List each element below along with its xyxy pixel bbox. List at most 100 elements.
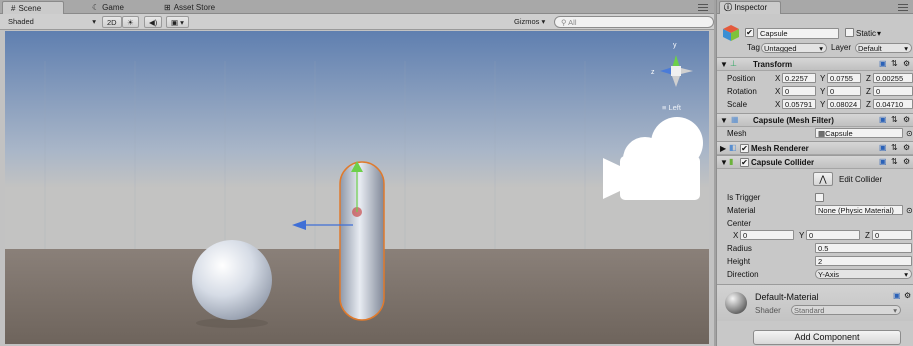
inspector-panel: ⓘ Inspector ✔ Capsule Static ▾ Tag Untag… — [716, 0, 913, 346]
radius-label: Radius — [727, 244, 752, 253]
add-component-button[interactable]: Add Component — [753, 330, 901, 345]
mesh-renderer-header[interactable]: ▶ ◧ ✔ Mesh Renderer ▣ ⇅ ⚙ — [717, 141, 913, 155]
physic-material-field[interactable]: None (Physic Material) — [815, 205, 903, 215]
toggle-2d-label: 2D — [107, 18, 117, 27]
preset-icon[interactable]: ⇅ — [891, 115, 898, 124]
scale-z-field[interactable]: 0.04710 — [873, 99, 913, 109]
gizmos-dropdown[interactable]: Gizmos ▾ — [514, 16, 545, 28]
tab-inspector[interactable]: ⓘ Inspector — [719, 1, 781, 14]
pane-menu-icon[interactable] — [698, 3, 708, 11]
object-picker-icon[interactable]: ⊙ — [906, 129, 913, 138]
gear-icon[interactable]: ⚙ — [903, 115, 910, 124]
position-y-axis[interactable]: Y — [820, 74, 825, 83]
search-icon: ⚲ — [561, 18, 567, 27]
position-x-field[interactable]: 0.2257 — [782, 73, 816, 83]
scale-x-field[interactable]: 0.05791 — [782, 99, 816, 109]
help-book-icon[interactable]: ▣ — [879, 157, 887, 166]
object-name-field[interactable]: Capsule — [757, 28, 839, 39]
speaker-icon: ◀) — [149, 18, 158, 27]
center-x-field[interactable]: 0 — [740, 230, 794, 240]
add-component-label: Add Component — [794, 332, 860, 342]
center-z-axis[interactable]: Z — [865, 231, 870, 240]
scale-y-axis[interactable]: Y — [820, 100, 825, 109]
object-picker-icon[interactable]: ⊙ — [906, 206, 913, 215]
scene-viewport[interactable]: y z ≡ Left — [5, 31, 709, 344]
game-icon: ☾ — [92, 3, 100, 12]
direction-dropdown[interactable]: Y-Axis ▾ — [815, 269, 912, 279]
gear-icon[interactable]: ⚙ — [904, 291, 911, 300]
lighting-toggle[interactable]: ☀ — [122, 16, 139, 28]
gear-icon[interactable]: ⚙ — [903, 143, 910, 152]
help-book-icon[interactable]: ▣ — [893, 291, 901, 300]
layer-value: Default — [858, 44, 882, 53]
capsule-collider-enabled-checkbox[interactable]: ✔ — [740, 158, 749, 167]
scene-tab-bar: # Scene ☾ Game ⊞ Asset Store — [0, 0, 714, 14]
gear-icon[interactable]: ⚙ — [903, 157, 910, 166]
preset-icon[interactable]: ⇅ — [891, 143, 898, 152]
help-book-icon[interactable]: ▣ — [879, 115, 887, 124]
inspector-tab-bar: ⓘ Inspector — [717, 0, 913, 14]
inspector-menu-icon[interactable] — [898, 3, 908, 11]
active-checkbox[interactable]: ✔ — [745, 28, 754, 37]
position-z-field[interactable]: 0.00255 — [873, 73, 913, 83]
help-book-icon[interactable]: ▣ — [879, 143, 887, 152]
layer-dropdown[interactable]: Default ▾ — [855, 43, 912, 53]
scene-search-input[interactable]: ⚲ All — [554, 16, 714, 28]
gear-icon[interactable]: ⚙ — [903, 59, 910, 68]
shader-dropdown[interactable]: Standard ▾ — [791, 305, 901, 315]
center-x-axis[interactable]: X — [733, 231, 738, 240]
material-name: Default-Material — [755, 292, 819, 302]
position-x-axis[interactable]: X — [775, 74, 780, 83]
tab-asset-store-label: Asset Store — [173, 3, 216, 12]
scene-toolbar: Shaded ▾ 2D ☀ ◀) ▣ ▾ Gizmos ▾ ⚲ All — [0, 14, 714, 30]
help-book-icon[interactable]: ▣ — [879, 59, 887, 68]
center-y-field[interactable]: 0 — [806, 230, 860, 240]
position-x-value: 0.2257 — [785, 74, 808, 83]
tab-scene[interactable]: # Scene — [2, 1, 64, 14]
rotation-x-field[interactable]: 0 — [782, 86, 816, 96]
scale-x-axis[interactable]: X — [775, 100, 780, 109]
toggle-2d-button[interactable]: 2D — [102, 16, 122, 28]
audio-toggle[interactable]: ◀) — [144, 16, 163, 28]
rotation-y-field[interactable]: 0 — [827, 86, 861, 96]
effects-dropdown[interactable]: ▣ ▾ — [166, 16, 189, 28]
shading-dropdown[interactable]: Shaded ▾ — [4, 16, 100, 28]
info-icon: ⓘ — [724, 3, 735, 12]
rotation-z-field[interactable]: 0 — [873, 86, 913, 96]
center-z-field[interactable]: 0 — [872, 230, 912, 240]
layer-label: Layer — [831, 43, 852, 52]
direction-value: Y-Axis — [818, 270, 839, 279]
capsule-collider-header[interactable]: ▼ ▮ ✔ Capsule Collider ▣ ⇅ ⚙ — [717, 155, 913, 169]
static-dropdown-arrow-icon[interactable]: ▾ — [877, 29, 881, 38]
rotation-z-axis[interactable]: Z — [866, 87, 871, 96]
preset-icon[interactable]: ⇅ — [891, 157, 898, 166]
is-trigger-checkbox[interactable] — [815, 193, 824, 202]
preset-icon[interactable]: ⇅ — [891, 59, 898, 68]
foldout-arrow-icon: ▼ — [720, 158, 728, 167]
center-y-axis[interactable]: Y — [799, 231, 804, 240]
capsule-collider-title: Capsule Collider — [751, 158, 815, 167]
rotation-x-axis[interactable]: X — [775, 87, 780, 96]
position-y-field[interactable]: 0.0755 — [827, 73, 861, 83]
scale-z-axis[interactable]: Z — [866, 100, 871, 109]
mesh-field[interactable]: ▦Capsule — [815, 128, 903, 138]
rotation-y-value: 0 — [830, 87, 835, 96]
static-checkbox[interactable] — [845, 28, 854, 37]
mesh-filter-header[interactable]: ▼ ▦ Capsule (Mesh Filter) ▣ ⇅ ⚙ — [717, 113, 913, 127]
radius-field[interactable]: 0.5 — [815, 243, 912, 253]
gizmos-label: Gizmos — [514, 17, 540, 26]
rotation-y-axis[interactable]: Y — [820, 87, 825, 96]
transform-header[interactable]: ▼ ⊥ Transform ▣ ⇅ ⚙ — [717, 57, 913, 71]
edit-collider-button[interactable]: ⋀ — [813, 172, 833, 186]
tab-asset-store[interactable]: ⊞ Asset Store — [156, 1, 223, 14]
height-field[interactable]: 2 — [815, 256, 912, 266]
material-preview-sphere — [725, 292, 747, 314]
tag-label: Tag — [747, 43, 760, 52]
tab-game[interactable]: ☾ Game — [84, 1, 132, 14]
tag-dropdown[interactable]: Untagged ▾ — [761, 43, 827, 53]
gizmo-left-label: Left — [668, 103, 681, 112]
edit-collider-icon: ⋀ — [819, 174, 827, 184]
scale-y-field[interactable]: 0.08024 — [827, 99, 861, 109]
position-z-axis[interactable]: Z — [866, 74, 871, 83]
mesh-renderer-enabled-checkbox[interactable]: ✔ — [740, 144, 749, 153]
